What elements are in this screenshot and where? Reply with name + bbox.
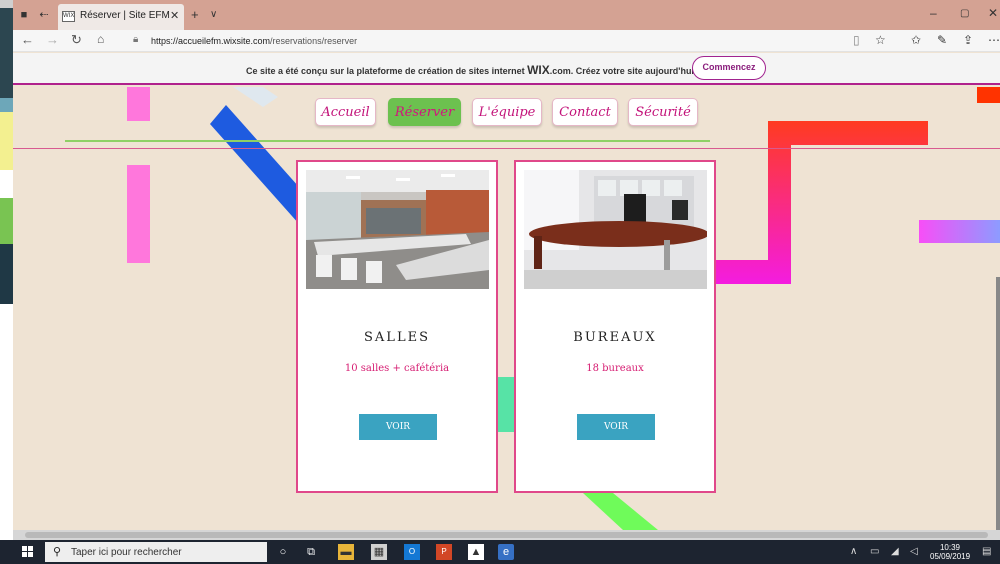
url-domain: https://accueilefm.wixsite.com [151, 36, 271, 46]
red-corner-block [977, 87, 1000, 103]
wix-banner-text: Ce site a été conçu sur la plateforme de… [246, 63, 696, 77]
close-window-icon[interactable]: ✕ [988, 6, 998, 20]
nav-accueil[interactable]: Accueil [315, 98, 376, 126]
windows-taskbar: ⚲ Taper ici pour rechercher ○ ⧉ ▬ ▦ O P … [0, 540, 1000, 564]
taskbar-search-placeholder: Taper ici pour rechercher [71, 547, 182, 558]
show-hidden-icons-icon[interactable]: ∧ [850, 546, 857, 557]
browser-window: ■ ⇠ WIX Réserver | Site EFM ✕ + ∨ – ▢ ✕ … [13, 0, 1000, 540]
card-subtitle: 10 salles + cafétéria [344, 363, 450, 374]
back-arrow-icon[interactable]: ← [21, 32, 34, 47]
purple-bar [919, 220, 1000, 243]
share-icon[interactable]: ⇪ [963, 33, 973, 47]
cortana-icon[interactable]: ○ [275, 544, 291, 560]
lime-diagonal-stripe [583, 493, 658, 530]
white-shape [233, 87, 278, 107]
nav-contact[interactable]: Contact [552, 98, 618, 126]
meeting-room-photo [306, 170, 489, 289]
wix-favicon-icon: WIX [62, 11, 75, 22]
calculator-icon[interactable]: ▦ [371, 544, 387, 560]
powerpoint-icon[interactable]: P [436, 544, 452, 560]
refresh-icon[interactable]: ↻ [71, 32, 82, 48]
maximize-icon[interactable]: ▢ [960, 8, 969, 19]
wix-banner-text-after: .com. Créez votre site aujourd'hui. [549, 66, 697, 76]
file-explorer-icon[interactable]: ▬ [338, 544, 354, 560]
clock-time: 10:39 [939, 543, 961, 552]
background-desktop-strip [0, 0, 13, 540]
clock-date: 05/09/2019 [930, 552, 971, 561]
office-desk-image [524, 170, 707, 289]
browser-tab[interactable]: WIX Réserver | Site EFM ✕ [58, 4, 184, 30]
forward-arrow-icon[interactable]: → [46, 32, 59, 47]
site-content: Accueil Réserver L'équipe Contact Sécuri… [13, 87, 1000, 530]
edge-browser-icon[interactable]: e [498, 544, 514, 560]
notifications-icon[interactable]: ▤ [982, 546, 991, 557]
favorites-hub-icon[interactable]: ✩ [911, 33, 921, 47]
horizontal-scroll-thumb[interactable] [25, 532, 988, 538]
outlook-icon[interactable]: O [404, 544, 420, 560]
horizontal-scrollbar[interactable] [13, 530, 1000, 540]
photos-icon[interactable]: ▲ [468, 544, 484, 560]
volume-icon[interactable]: ◁ [910, 546, 918, 557]
tab-title: Réserver | Site EFM [80, 10, 170, 21]
pink-bar-bottom [127, 165, 150, 263]
search-icon: ⚲ [53, 546, 62, 558]
lock-icon: 🔒︎ [133, 34, 139, 45]
network-icon[interactable]: ◢ [891, 546, 899, 557]
reading-view-icon[interactable]: ▯ [853, 33, 860, 47]
vertical-scrollbar[interactable] [996, 277, 1000, 530]
url-path: /reservations/reserver [270, 36, 358, 46]
address-bar[interactable]: https://accueilefm.wixsite.com/reservati… [151, 36, 357, 46]
office-desk-photo [524, 170, 707, 289]
card-bureaux: BUREAUX 18 bureaux VOIR [514, 160, 716, 493]
pink-bar-top [127, 87, 150, 121]
taskbar-search-box[interactable]: ⚲ Taper ici pour rechercher [45, 542, 267, 562]
tab-list-chevron-icon[interactable]: ∨ [210, 9, 217, 20]
tab-back-icon[interactable]: ⇠ [38, 9, 50, 21]
browser-titlebar: ■ ⇠ WIX Réserver | Site EFM ✕ + ∨ – ▢ ✕ [13, 0, 1000, 30]
wix-banner: Ce site a été conçu sur la plateforme de… [13, 53, 1000, 85]
home-icon[interactable]: ⌂ [97, 32, 104, 46]
task-view-icon[interactable]: ⧉ [303, 544, 319, 560]
browser-toolbar: ← → ↻ ⌂ 🔒︎ https://accueilefm.wixsite.co… [13, 30, 1000, 52]
voir-bureaux-button[interactable]: VOIR [577, 414, 655, 440]
decorative-shapes [127, 87, 1000, 530]
nav-reserver[interactable]: Réserver [388, 98, 461, 126]
card-salles: SALLES 10 salles + cafétéria VOIR [296, 160, 498, 493]
tab-close-icon[interactable]: ✕ [170, 9, 179, 22]
nav-equipe[interactable]: L'équipe [472, 98, 542, 126]
green-divider [65, 140, 710, 142]
voir-salles-button[interactable]: VOIR [359, 414, 437, 440]
minimize-icon[interactable]: – [930, 6, 937, 20]
pink-divider [13, 148, 1000, 149]
pen-notes-icon[interactable]: ✎ [937, 33, 947, 47]
new-tab-icon[interactable]: + [191, 7, 199, 22]
card-title: SALLES [364, 330, 430, 345]
keyboard-icon[interactable]: ▭ [870, 546, 879, 557]
red-zigzag-shape [713, 121, 928, 284]
card-subtitle: 18 bureaux [586, 363, 644, 374]
windows-start-icon[interactable] [22, 546, 34, 558]
taskbar-clock[interactable]: 10:39 05/09/2019 [930, 543, 970, 561]
more-menu-icon[interactable]: ⋯ [988, 33, 1000, 47]
favorite-star-icon[interactable]: ☆ [875, 33, 886, 47]
tab-actions-icon[interactable]: ■ [18, 9, 30, 21]
meeting-room-image [306, 170, 489, 289]
wix-logo: WIX [527, 63, 550, 77]
card-title: BUREAUX [573, 330, 657, 345]
nav-securite[interactable]: Sécurité [628, 98, 698, 126]
commencez-button[interactable]: Commencez [692, 56, 766, 80]
wix-banner-text-before: Ce site a été conçu sur la plateforme de… [246, 66, 528, 76]
